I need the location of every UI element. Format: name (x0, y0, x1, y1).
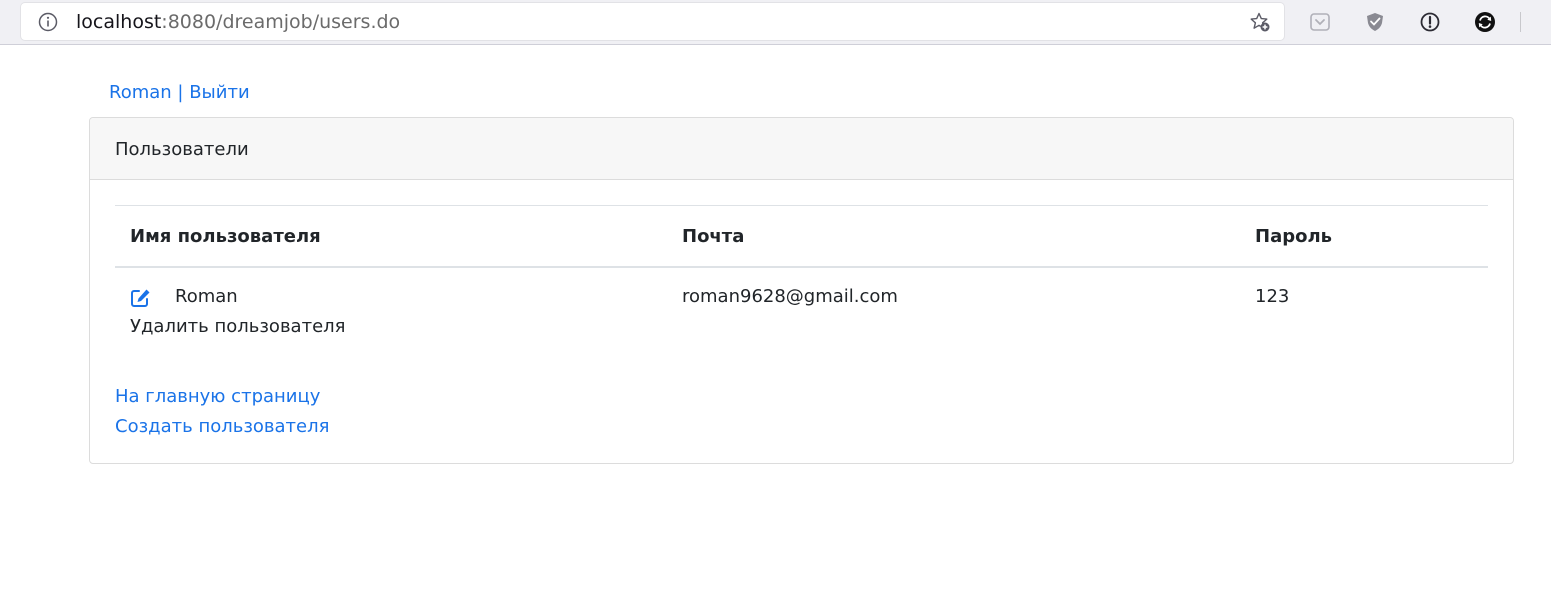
card-title: Пользователи (115, 139, 249, 160)
sync-icon[interactable] (1474, 11, 1496, 33)
browser-toolbar: localhost:8080/dreamjob/users.do (0, 0, 1551, 45)
toolbar-separator (1520, 12, 1521, 32)
user-email-cell: roman9628@gmail.com (682, 286, 898, 307)
url-path: :8080/dreamjob/users.do (161, 11, 401, 33)
home-page-link[interactable]: На главную страницу (115, 382, 329, 412)
users-card: Пользователи Имя пользователя Почта Паро… (89, 117, 1514, 464)
create-user-link[interactable]: Создать пользователя (115, 412, 329, 442)
column-header-username: Имя пользователя (130, 226, 321, 247)
user-password-cell: 123 (1255, 286, 1290, 307)
column-header-email: Почта (682, 226, 745, 247)
shield-icon[interactable] (1364, 11, 1386, 33)
nav-separator: | (171, 82, 190, 103)
alert-icon[interactable] (1419, 11, 1441, 33)
user-name-cell: Roman (175, 286, 238, 307)
edit-icon[interactable] (130, 288, 152, 308)
url-text[interactable]: localhost:8080/dreamjob/users.do (76, 10, 400, 34)
current-user-link[interactable]: Roman (109, 82, 172, 103)
delete-user-link[interactable]: Удалить пользователя (130, 315, 345, 339)
logout-link[interactable]: Выйти (189, 82, 249, 103)
card-footer-links: На главную страницу Создать пользователя (115, 382, 329, 442)
bookmark-star-icon[interactable] (1249, 11, 1271, 33)
address-bar[interactable]: localhost:8080/dreamjob/users.do (21, 3, 1284, 40)
user-nav: Roman | Выйти (109, 81, 250, 105)
table-header-border (115, 266, 1488, 268)
url-host: localhost (76, 11, 162, 33)
card-header: Пользователи (90, 118, 1513, 180)
pocket-icon[interactable] (1309, 11, 1331, 33)
table-top-border (115, 205, 1488, 206)
info-icon[interactable] (38, 12, 58, 32)
column-header-password: Пароль (1255, 226, 1333, 247)
